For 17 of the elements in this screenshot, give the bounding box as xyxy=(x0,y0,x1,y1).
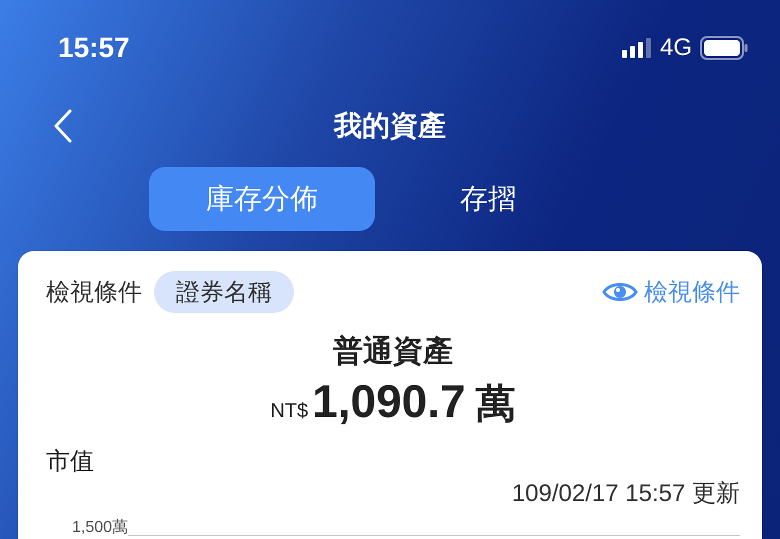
status-time: 15:57 xyxy=(58,32,130,64)
total-amount: 1,090.7 xyxy=(312,374,466,428)
back-icon[interactable] xyxy=(53,109,73,143)
filter-label: 檢視條件 xyxy=(46,277,142,308)
filter-chip[interactable]: 證券名稱 xyxy=(154,271,294,313)
market-value-label: 市值 xyxy=(46,446,95,477)
page-title: 我的資產 xyxy=(334,108,446,144)
update-time: 109/02/17 15:57 更新 xyxy=(512,480,740,507)
tab[interactable]: 存摺 xyxy=(375,167,601,231)
eye-icon xyxy=(602,280,638,304)
currency-label: NT$ xyxy=(270,400,308,423)
amount-unit: 萬 xyxy=(476,380,516,429)
signal-icon xyxy=(622,38,652,58)
axis-tick-label: 1,500萬 xyxy=(72,518,128,538)
battery-icon xyxy=(700,36,748,60)
network-label: 4G xyxy=(660,34,692,62)
summary-title: 普通資產 xyxy=(332,333,454,371)
